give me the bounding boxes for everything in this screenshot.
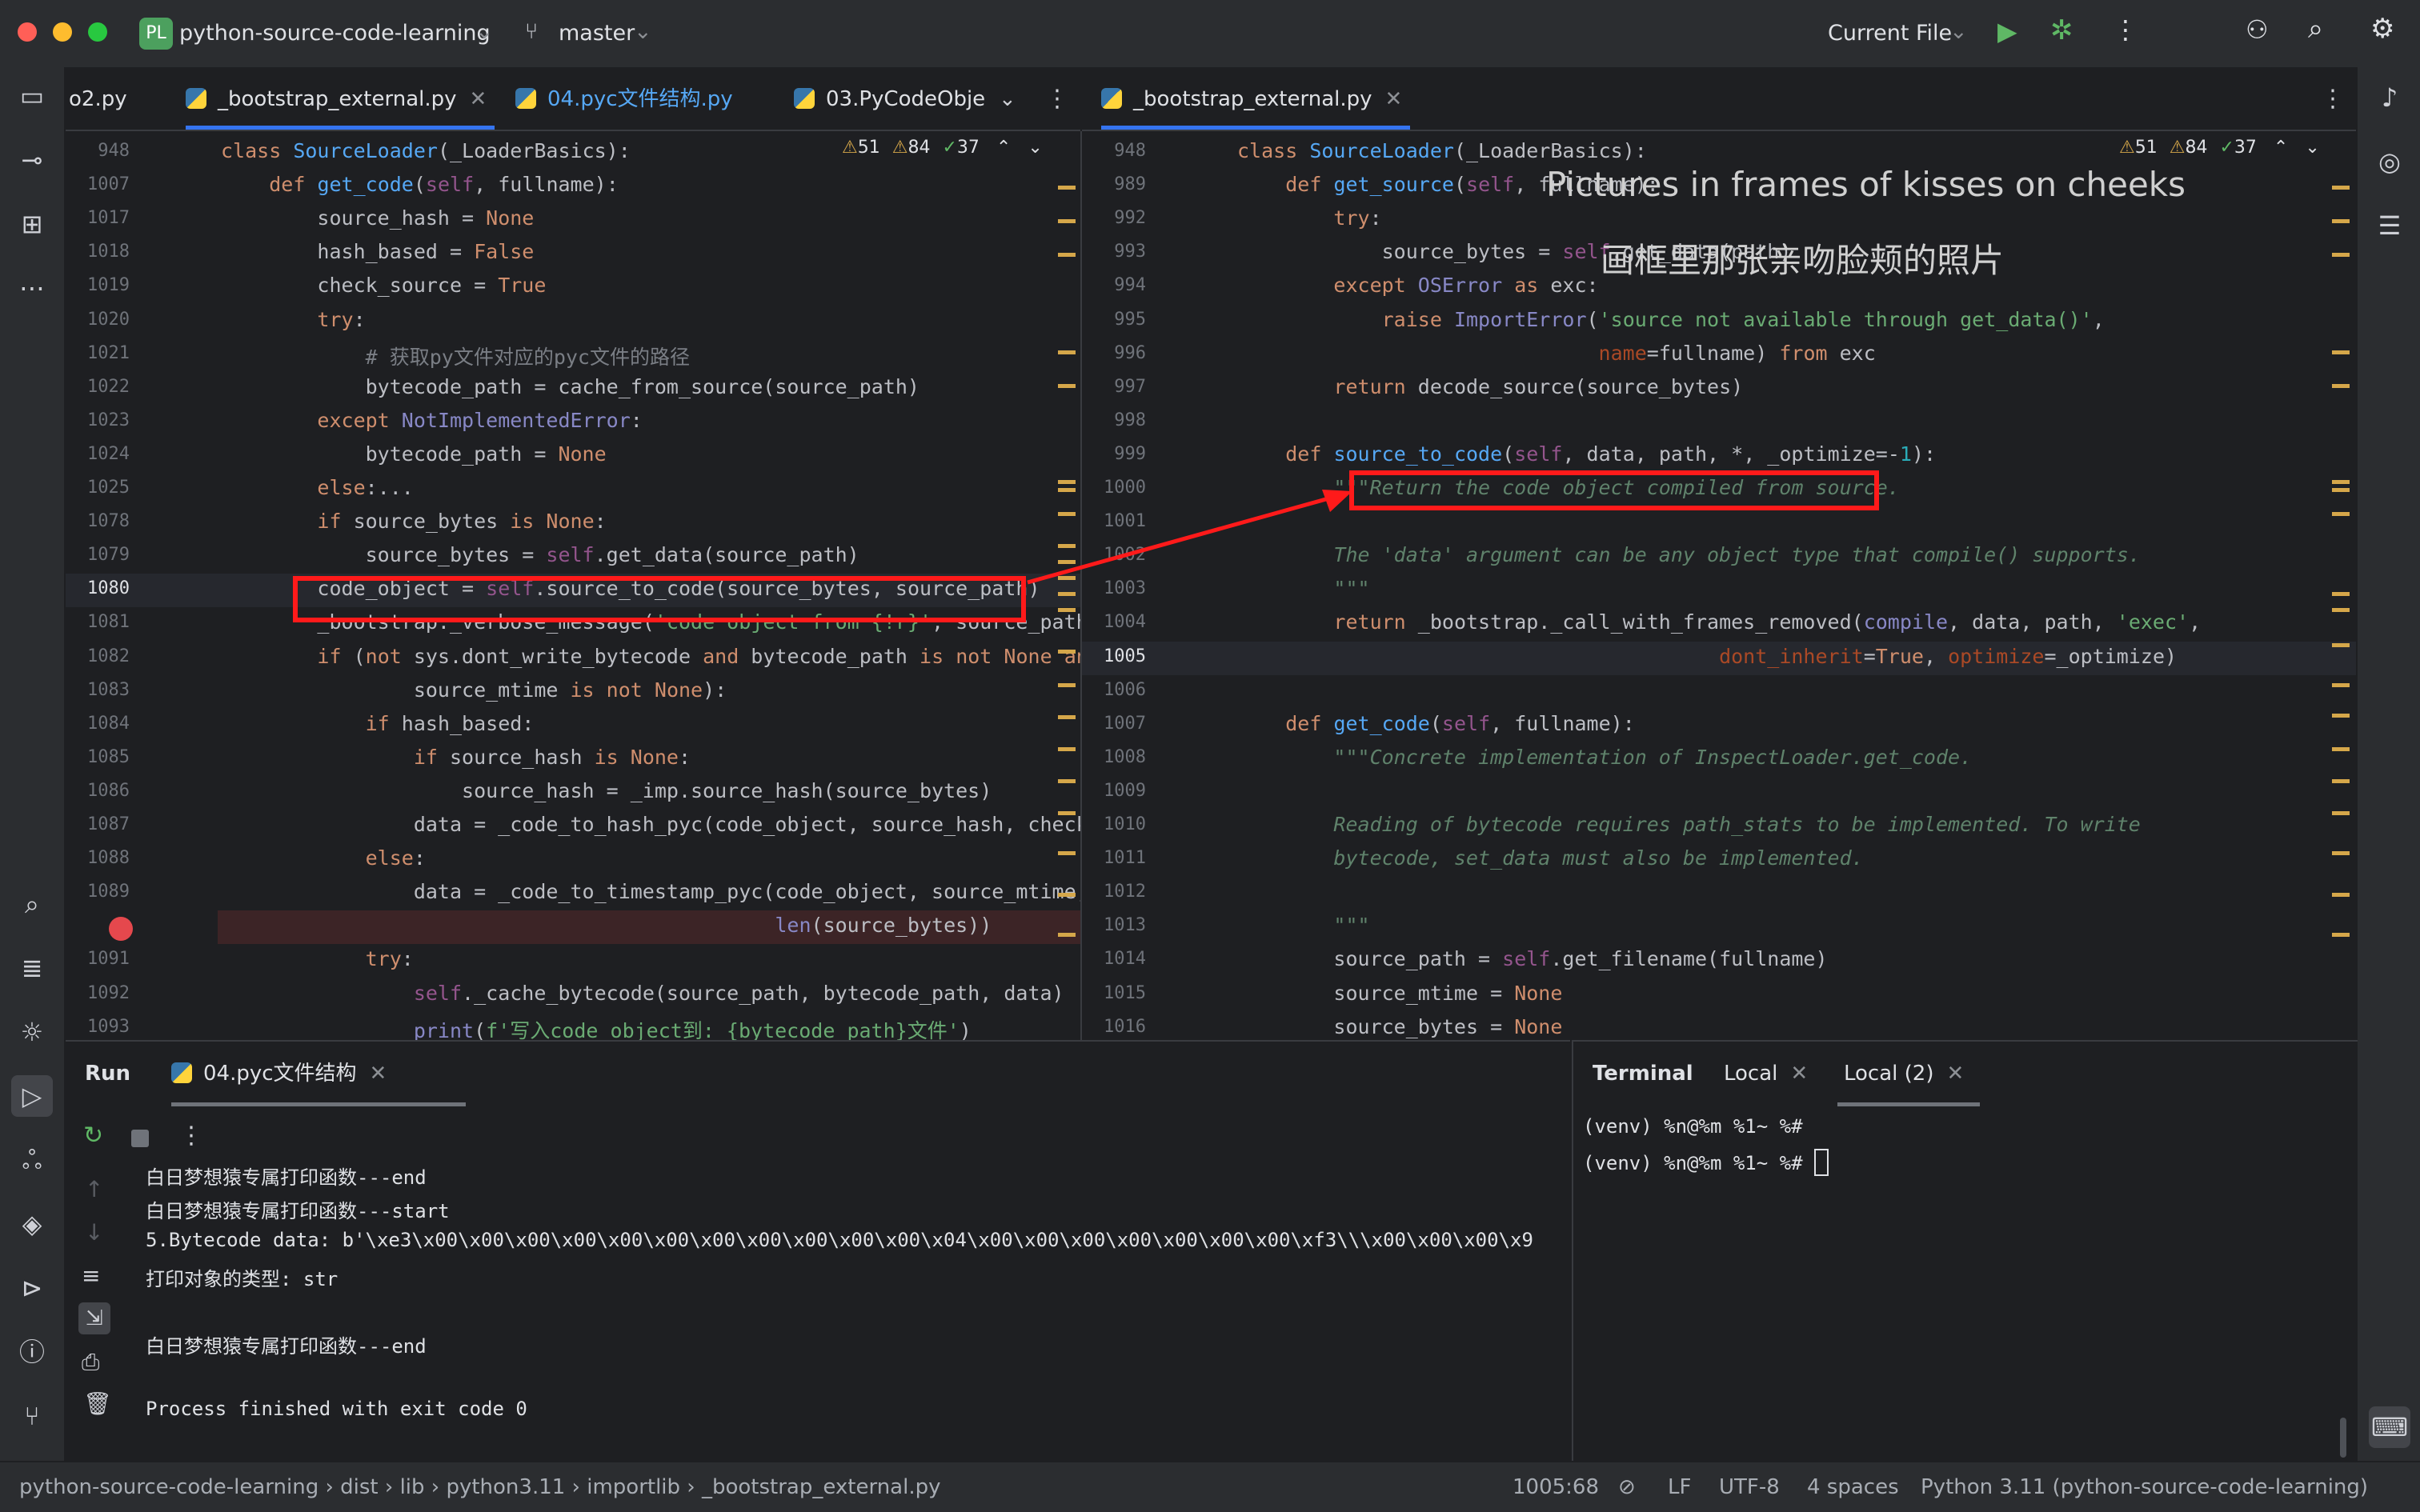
- tab-run-config[interactable]: 04.pyc文件结构 ✕: [171, 1042, 387, 1106]
- close-icon[interactable]: ✕: [1790, 1062, 1808, 1086]
- close-icon[interactable]: ✕: [1946, 1062, 1964, 1086]
- output-line: 5.Bytecode data: b'\xe3\x00\x00\x00\x00\…: [146, 1229, 1533, 1252]
- trash-icon[interactable]: 🗑: [83, 1390, 112, 1417]
- scrollbar[interactable]: [2340, 1418, 2346, 1458]
- file-encoding[interactable]: UTF-8: [1719, 1475, 1780, 1499]
- close-icon[interactable]: ✕: [370, 1062, 387, 1086]
- run-panel: Run 04.pyc文件结构 ✕ ↻ ⋮ ↑ ↓ ≡ ⇲ ⎙ 🗑 白日梦想猿专属打…: [66, 1040, 1570, 1462]
- output-line: 白日梦想猿专属打印函数---start: [146, 1200, 450, 1223]
- print-icon[interactable]: ⎙: [82, 1349, 99, 1376]
- chevron-right-icon: ›: [378, 1475, 400, 1499]
- tab-underline: [1837, 1102, 1980, 1106]
- overlay-caption-english: Pictures in frames of kisses on cheeks: [1546, 165, 2186, 204]
- output-line: 白日梦想猿专属打印函数---end: [146, 1166, 427, 1189]
- breadcrumb-item[interactable]: _bootstrap_external.py: [702, 1475, 941, 1499]
- indent-setting[interactable]: 4 spaces: [1807, 1475, 1899, 1499]
- terminal-panel: Terminal Local ✕ Local (2) ✕ (venv) %n@%m …: [1572, 1040, 2358, 1462]
- chevron-right-icon: ›: [319, 1475, 341, 1499]
- terminal-line[interactable]: (venv) %n@%m %1~ %#: [1583, 1149, 1829, 1176]
- tab-label: Local: [1724, 1062, 1778, 1086]
- status-bar: python-source-code-learning › dist › lib…: [0, 1461, 2420, 1512]
- terminal-title: Terminal: [1593, 1062, 1693, 1086]
- python-file-icon: [171, 1062, 192, 1083]
- tab-terminal-local-2[interactable]: Local (2) ✕: [1844, 1042, 1964, 1106]
- more-icon[interactable]: ⋮: [179, 1122, 203, 1150]
- tab-underline: [171, 1102, 466, 1106]
- stop-icon[interactable]: [131, 1130, 149, 1147]
- chevron-right-icon: ›: [424, 1475, 447, 1499]
- no-inspections-icon[interactable]: ⊘: [1618, 1475, 1636, 1499]
- rerun-icon[interactable]: ↻: [83, 1122, 103, 1150]
- soft-wrap-icon[interactable]: ≡: [82, 1262, 100, 1289]
- tab-terminal-local[interactable]: Local ✕: [1724, 1042, 1808, 1106]
- chevron-right-icon: ›: [565, 1475, 587, 1499]
- breadcrumb: python-source-code-learning › dist › lib…: [19, 1475, 941, 1499]
- run-output[interactable]: 白日梦想猿专属打印函数---end 白日梦想猿专属打印函数---start 5.By…: [146, 1162, 1570, 1458]
- cursor: [1814, 1149, 1829, 1176]
- tab-label: Local (2): [1844, 1062, 1934, 1086]
- output-line: 打印对象的类型: str: [146, 1267, 339, 1290]
- breadcrumb-item[interactable]: python3.11: [446, 1475, 565, 1499]
- terminal-line: (venv) %n@%m %1~ %#: [1583, 1115, 1803, 1138]
- run-panel-title: Run: [85, 1062, 131, 1086]
- arrow-down-icon[interactable]: ↓: [85, 1219, 103, 1246]
- tab-label: 04.pyc文件结构: [203, 1062, 357, 1086]
- breadcrumb-item[interactable]: python-source-code-learning: [19, 1475, 319, 1499]
- line-separator[interactable]: LF: [1668, 1475, 1691, 1499]
- overlay-caption-chinese: 画框里那张亲吻脸颊的照片: [1601, 241, 2005, 280]
- breadcrumb-item[interactable]: lib: [400, 1475, 425, 1499]
- breadcrumb-item[interactable]: dist: [340, 1475, 378, 1499]
- cursor-position[interactable]: 1005:68: [1512, 1475, 1599, 1499]
- arrow-up-icon[interactable]: ↑: [85, 1176, 103, 1202]
- scroll-to-end-icon[interactable]: ⇲: [78, 1302, 110, 1334]
- python-interpreter[interactable]: Python 3.11 (python-source-code-learning…: [1921, 1475, 2368, 1499]
- breadcrumb-item[interactable]: importlib: [587, 1475, 680, 1499]
- output-line: 白日梦想猿专属打印函数---end: [146, 1335, 427, 1358]
- chevron-right-icon: ›: [680, 1475, 702, 1499]
- output-line: Process finished with exit code 0: [146, 1398, 527, 1421]
